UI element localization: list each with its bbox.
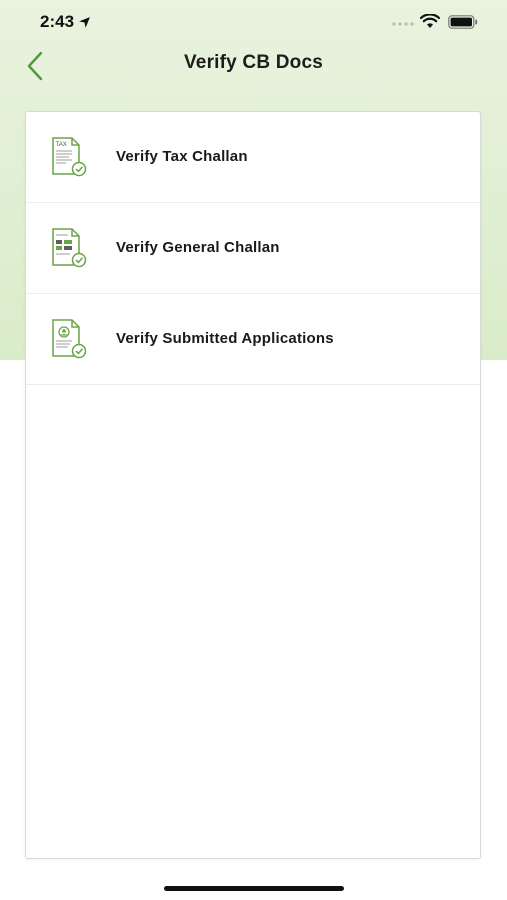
battery-icon <box>448 15 478 29</box>
menu-item-label: Verify General Challan <box>116 239 280 256</box>
status-bar: 2:43 <box>0 0 507 46</box>
general-challan-document-check-icon <box>52 228 87 268</box>
location-arrow-icon <box>79 16 90 28</box>
menu-card: TAX Verify Tax Challan Verify General Ch… <box>25 111 481 859</box>
menu-item-verify-general-challan[interactable]: Verify General Challan <box>26 203 480 294</box>
wifi-icon <box>420 14 440 28</box>
status-time: 2:43 <box>40 12 91 32</box>
menu-item-label: Verify Submitted Applications <box>116 330 334 347</box>
navigation-bar: Verify CB Docs <box>0 46 507 86</box>
menu-item-verify-tax-challan[interactable]: TAX Verify Tax Challan <box>26 112 480 203</box>
menu-item-label: Verify Tax Challan <box>116 148 248 165</box>
application-document-check-icon <box>52 319 87 359</box>
menu-item-verify-submitted-applications[interactable]: Verify Submitted Applications <box>26 294 480 385</box>
page-title: Verify CB Docs <box>183 52 324 73</box>
home-indicator[interactable] <box>164 886 344 891</box>
time-text: 2:43 <box>40 12 75 31</box>
cellular-signal-icon <box>392 22 414 26</box>
svg-text:TAX: TAX <box>56 142 67 148</box>
tax-document-check-icon: TAX <box>52 137 87 177</box>
